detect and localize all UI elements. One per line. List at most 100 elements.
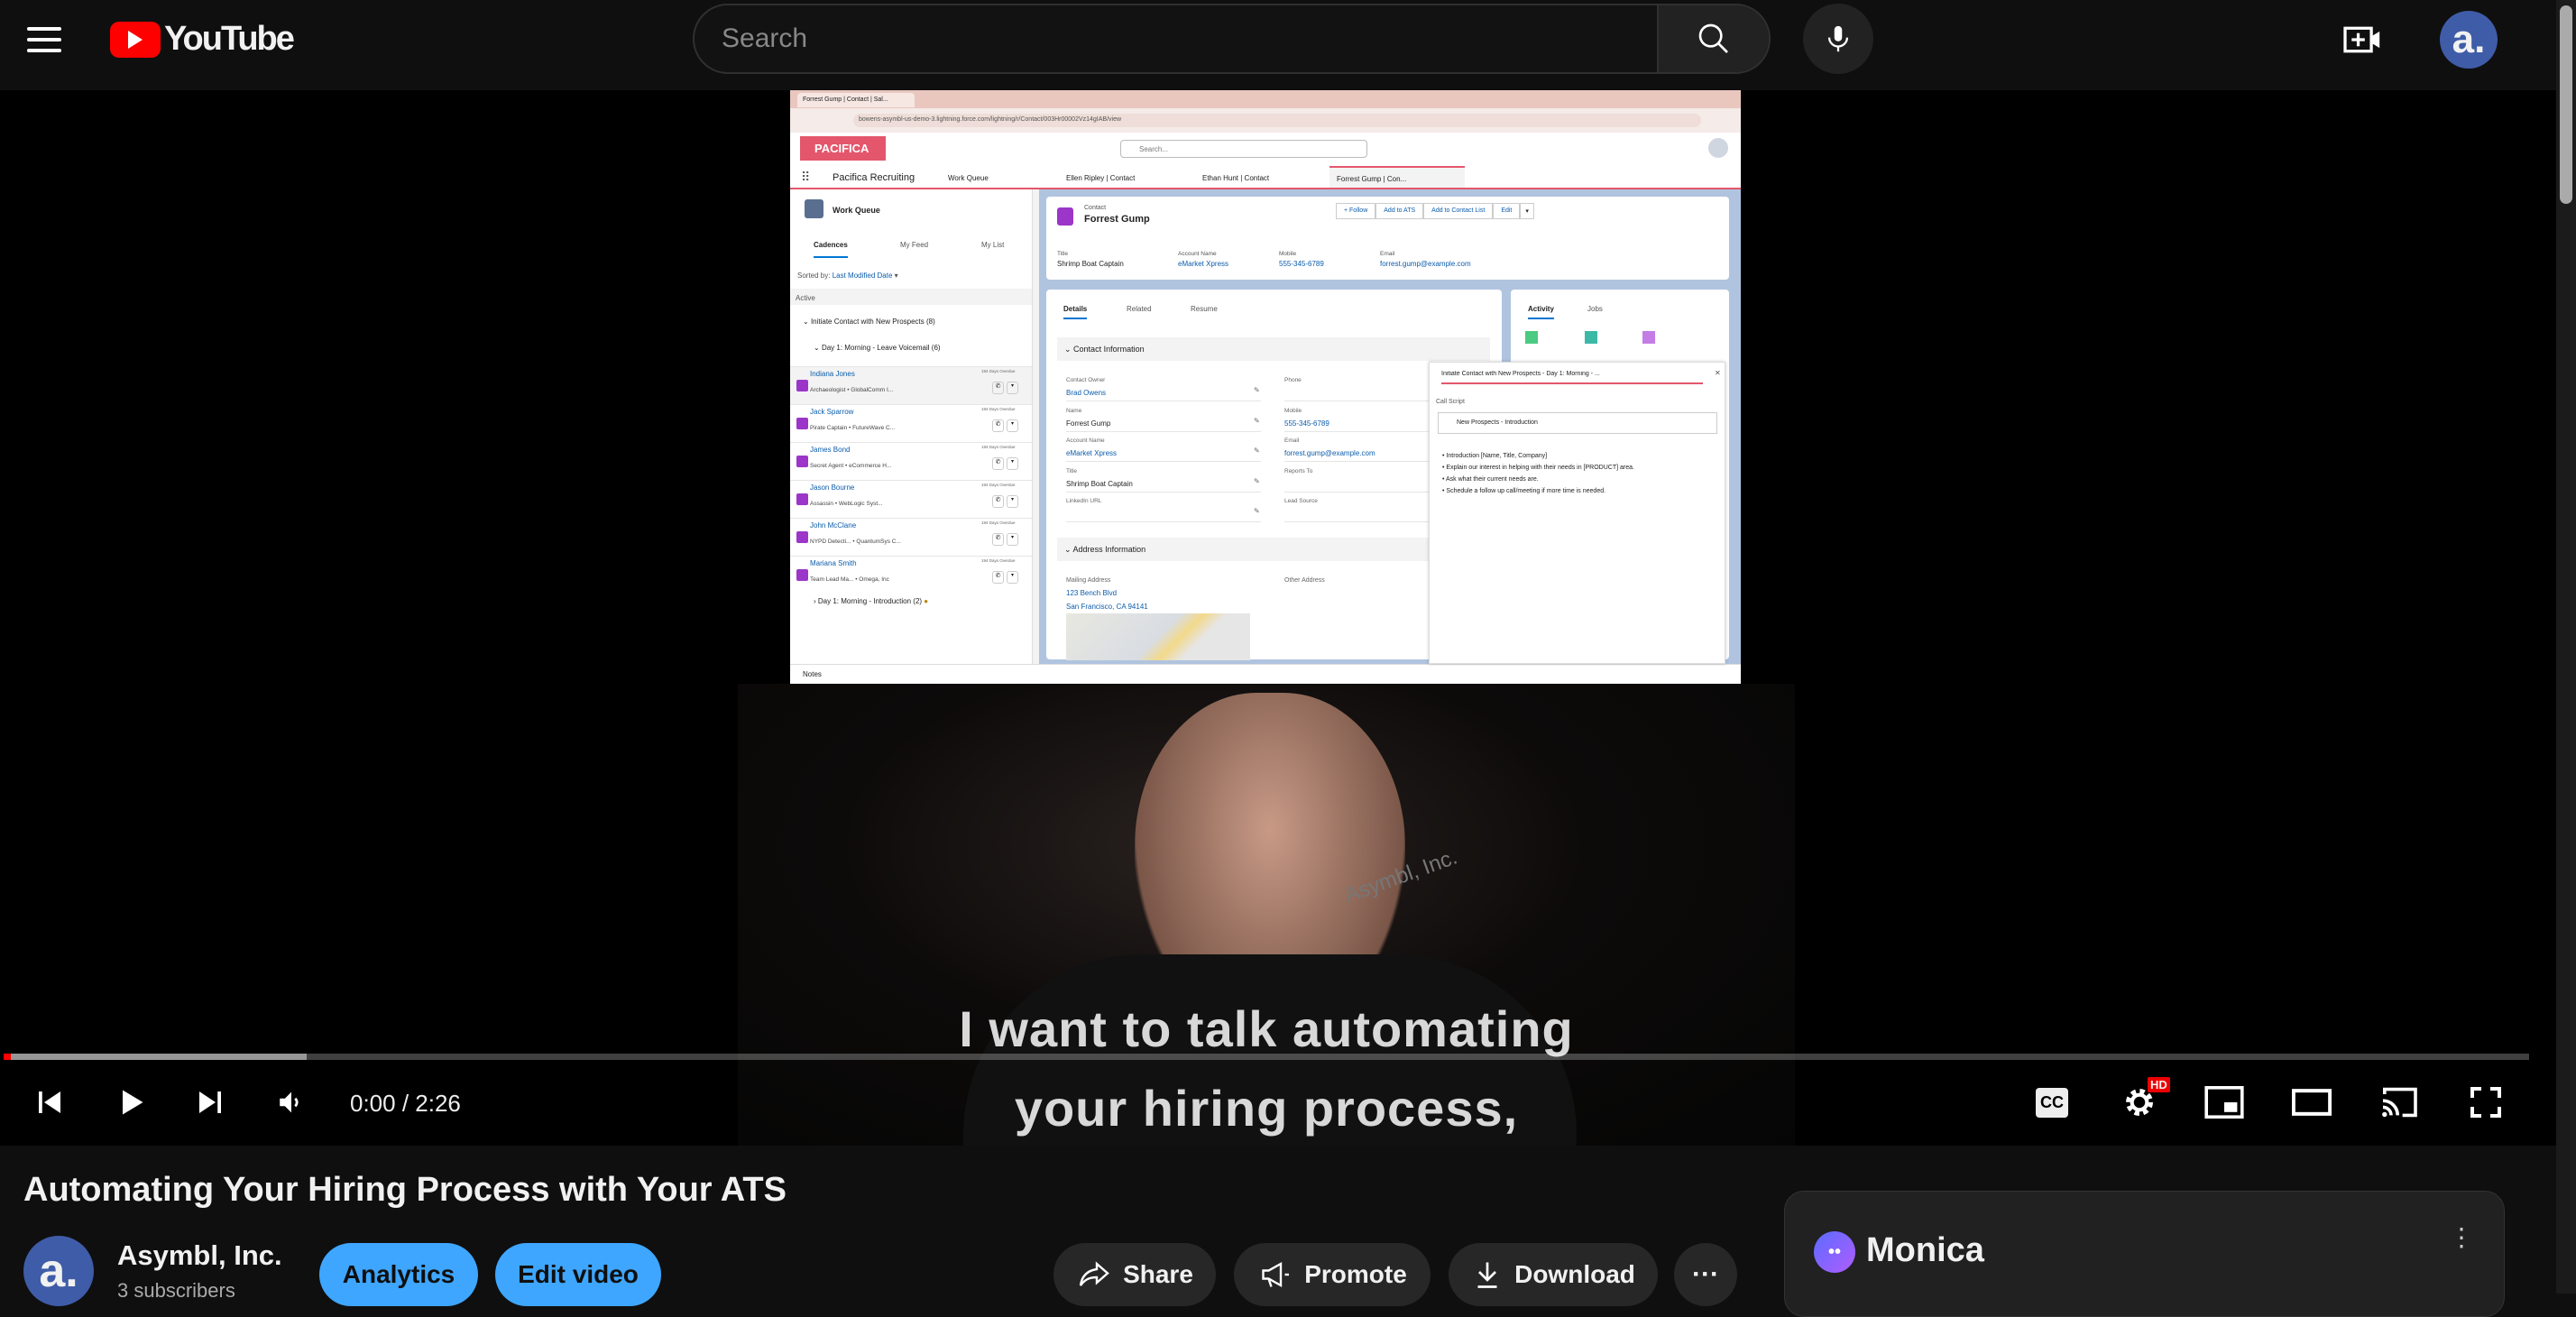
nav-tab-ethan-hunt[interactable]: Ethan Hunt | Contact xyxy=(1202,174,1269,182)
work-queue-row[interactable]: John McClane NYPD Detecti... • QuantumSy… xyxy=(790,518,1032,556)
row-name[interactable]: Mariana Smith xyxy=(810,559,857,567)
search-input[interactable] xyxy=(695,5,1660,72)
youtube-logo[interactable]: YouTube xyxy=(110,20,295,59)
edit-pencil-icon[interactable]: ✎ xyxy=(1254,477,1260,485)
task-icon[interactable] xyxy=(1525,331,1538,344)
section-contact-information[interactable]: ⌄ Contact Information xyxy=(1057,337,1490,361)
cast-button[interactable] xyxy=(2377,1073,2422,1131)
channel-name[interactable]: Asymbl, Inc. xyxy=(117,1239,282,1272)
tab-my-feed[interactable]: My Feed xyxy=(900,241,928,249)
row-name[interactable]: Indiana Jones xyxy=(810,370,855,378)
user-avatar[interactable] xyxy=(1708,138,1728,158)
menu-icon[interactable] xyxy=(27,20,61,60)
event-icon[interactable] xyxy=(1642,331,1655,344)
avatar[interactable]: a. xyxy=(2440,11,2498,69)
row-name[interactable]: James Bond xyxy=(810,446,850,454)
analytics-button[interactable]: Analytics xyxy=(319,1243,478,1306)
tab-my-list[interactable]: My List xyxy=(981,241,1004,249)
work-queue-row[interactable]: Mariana Smith Team Lead Ma... • Omega, I… xyxy=(790,556,1032,594)
browser-tab[interactable]: Forrest Gump | Contact | Sal... xyxy=(797,93,915,107)
progress-bar[interactable] xyxy=(4,1054,2529,1060)
phone-icon[interactable]: ✆ xyxy=(992,571,1004,584)
row-menu-icon[interactable]: ▾ xyxy=(1007,457,1018,470)
row-name[interactable]: John McClane xyxy=(810,521,856,530)
nav-tab-ellen-ripley[interactable]: Ellen Ripley | Contact xyxy=(1066,174,1135,182)
row-menu-icon[interactable]: ▾ xyxy=(1007,495,1018,508)
share-button[interactable]: Share xyxy=(1053,1243,1216,1306)
row-menu-icon[interactable]: ▾ xyxy=(1007,382,1018,394)
sort-dropdown[interactable]: Last Modified Date xyxy=(833,272,893,280)
miniplayer-button[interactable] xyxy=(2202,1073,2247,1131)
channel-avatar[interactable]: a. xyxy=(23,1236,94,1306)
edit-pencil-icon[interactable]: ✎ xyxy=(1254,386,1260,394)
record-action-button[interactable]: + Follow xyxy=(1336,203,1376,219)
tab-related[interactable]: Related xyxy=(1127,305,1152,313)
field-value[interactable]: eMarket Xpress xyxy=(1066,449,1117,457)
phone-icon[interactable]: ✆ xyxy=(992,533,1004,546)
phone-icon[interactable]: ✆ xyxy=(992,382,1004,394)
cadence-step[interactable]: ⌄ Day 1: Morning - Leave Voicemail (6) xyxy=(814,344,941,352)
record-action-button[interactable]: Edit xyxy=(1493,203,1521,219)
search-button[interactable] xyxy=(1657,5,1769,72)
row-name[interactable]: Jason Bourne xyxy=(810,484,854,492)
salesforce-search[interactable]: Search... xyxy=(1120,140,1367,158)
tab-details[interactable]: Details xyxy=(1063,305,1088,319)
highlight-value[interactable]: eMarket Xpress xyxy=(1178,260,1279,268)
play-button[interactable] xyxy=(108,1073,153,1131)
browser-url-bar[interactable]: bowens-asymbl-us-demo-3.lightning.force.… xyxy=(853,114,1701,127)
work-queue-row[interactable]: Jason Bourne Assassin • WebLogic Syst...… xyxy=(790,480,1032,518)
scrollbar-thumb[interactable] xyxy=(2560,5,2572,204)
field-value[interactable]: forrest.gump@example.com xyxy=(1284,449,1375,457)
nav-tab-forrest-gump[interactable]: Forrest Gump | Con... xyxy=(1329,166,1465,188)
highlight-value[interactable]: forrest.gump@example.com xyxy=(1380,260,1515,268)
tab-jobs[interactable]: Jobs xyxy=(1587,305,1603,313)
row-menu-icon[interactable]: ▾ xyxy=(1007,571,1018,584)
voice-search-button[interactable] xyxy=(1803,4,1873,74)
tab-activity[interactable]: Activity xyxy=(1528,305,1554,319)
edit-video-button[interactable]: Edit video xyxy=(495,1243,661,1306)
edit-pencil-icon[interactable]: ✎ xyxy=(1254,447,1260,455)
captions-button[interactable]: CC xyxy=(2029,1073,2075,1131)
fullscreen-button[interactable] xyxy=(2463,1073,2508,1131)
download-button[interactable]: Download xyxy=(1449,1243,1658,1306)
edit-pencil-icon[interactable]: ✎ xyxy=(1254,507,1260,515)
previous-button[interactable] xyxy=(27,1073,72,1131)
edit-pencil-icon[interactable]: ✎ xyxy=(1254,417,1260,425)
mailing-line1[interactable]: 123 Bench Blvd xyxy=(1066,589,1117,597)
phone-icon[interactable]: ✆ xyxy=(992,419,1004,432)
notes-utility[interactable]: Notes xyxy=(790,664,1741,684)
close-icon[interactable]: ✕ xyxy=(1715,369,1721,377)
theater-mode-button[interactable] xyxy=(2289,1073,2334,1131)
record-action-button[interactable]: Add to ATS xyxy=(1375,203,1424,219)
tab-cadences[interactable]: Cadences xyxy=(814,241,848,258)
section-address-information[interactable]: ⌄ Address Information xyxy=(1057,538,1429,561)
create-button[interactable] xyxy=(2343,22,2383,62)
row-name[interactable]: Jack Sparrow xyxy=(810,408,853,416)
record-action-button[interactable]: Add to Contact List xyxy=(1423,203,1494,219)
actions-dropdown-icon[interactable]: ▾ xyxy=(1520,203,1534,219)
app-launcher-icon[interactable]: ⠿ xyxy=(801,170,810,185)
nav-tab-work-queue[interactable]: Work Queue xyxy=(948,174,989,182)
video-player[interactable]: Forrest Gump | Contact | Sal... bowens-a… xyxy=(0,90,2556,1146)
map-thumbnail[interactable] xyxy=(1066,613,1250,660)
cadence-step-intro[interactable]: › Day 1: Morning - Introduction (2) ● xyxy=(814,597,928,605)
phone-icon[interactable]: ✆ xyxy=(992,495,1004,508)
field-value[interactable]: Brad Owens xyxy=(1066,389,1106,397)
settings-button[interactable]: HD xyxy=(2117,1073,2170,1131)
row-menu-icon[interactable]: ▾ xyxy=(1007,419,1018,432)
next-button[interactable] xyxy=(188,1073,233,1131)
highlight-value[interactable]: 555-345-6789 xyxy=(1279,260,1380,268)
more-actions-button[interactable]: ··· xyxy=(1674,1243,1737,1306)
call-icon[interactable] xyxy=(1585,331,1597,344)
mute-button[interactable] xyxy=(269,1073,314,1131)
work-queue-row[interactable]: Indiana Jones Archaeologist • GlobalComm… xyxy=(790,366,1032,404)
row-menu-icon[interactable]: ▾ xyxy=(1007,533,1018,546)
work-queue-row[interactable]: Jack Sparrow Pirate Captain • FutureWave… xyxy=(790,404,1032,442)
call-script-select[interactable]: New Prospects - Introduction xyxy=(1438,412,1717,434)
kebab-menu-icon[interactable]: ⋮ xyxy=(2449,1225,2474,1250)
phone-icon[interactable]: ✆ xyxy=(992,457,1004,470)
tab-resume[interactable]: Resume xyxy=(1191,305,1218,313)
cadence-group[interactable]: ⌄ Initiate Contact with New Prospects (8… xyxy=(803,318,935,326)
work-queue-row[interactable]: James Bond Secret Agent • eCommerce H...… xyxy=(790,442,1032,480)
field-value[interactable]: 555-345-6789 xyxy=(1284,419,1329,428)
